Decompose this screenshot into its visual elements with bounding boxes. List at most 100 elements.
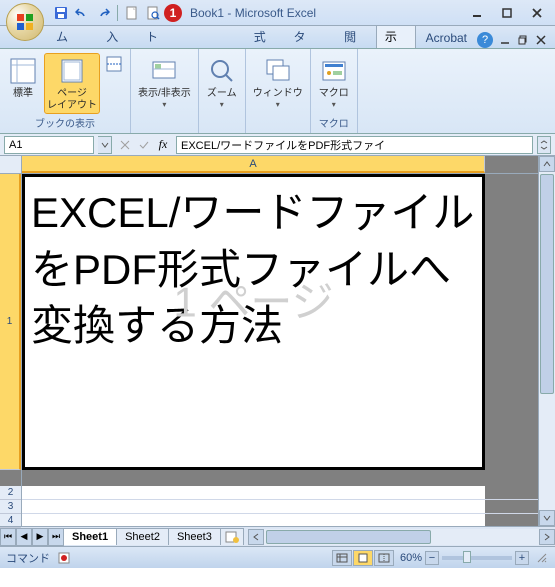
scroll-up-button[interactable] xyxy=(539,156,555,172)
macro-icon xyxy=(320,57,348,85)
help-button[interactable]: ? xyxy=(477,32,493,48)
view-shortcuts xyxy=(332,550,394,566)
minimize-icon xyxy=(500,35,510,45)
status-text: コマンド xyxy=(6,550,50,566)
group-label: ブックの表示 xyxy=(4,114,126,131)
tab-acrobat[interactable]: Acrobat xyxy=(418,28,475,48)
horizontal-scrollbar[interactable] xyxy=(248,529,555,545)
insert-function-button[interactable]: fx xyxy=(154,136,172,154)
scroll-down-button[interactable] xyxy=(539,510,555,526)
expand-formula-bar-button[interactable] xyxy=(537,136,551,154)
label: ズーム xyxy=(207,88,237,100)
new-sheet-icon xyxy=(225,531,239,543)
sheet-tab-1[interactable]: Sheet1 xyxy=(63,528,117,545)
pagelayout-view-shortcut[interactable] xyxy=(353,550,373,566)
zoom-out-button[interactable]: − xyxy=(425,551,439,565)
grid-row[interactable] xyxy=(22,486,538,500)
row-header-4[interactable]: 4 xyxy=(0,514,21,528)
workbook-close-button[interactable] xyxy=(533,33,549,47)
close-button[interactable] xyxy=(523,4,551,22)
worksheet-area: 1 2 3 4 A 1 ページ EXCEL/ワードファイルをPDF形式ファイルへ… xyxy=(0,156,555,526)
macro-record-button[interactable] xyxy=(56,550,72,566)
chevron-left-icon xyxy=(252,533,260,541)
window-button[interactable]: ウィンドウ ▾ xyxy=(250,53,306,111)
window-controls xyxy=(463,4,551,22)
grip-icon xyxy=(535,551,547,563)
save-button[interactable] xyxy=(52,4,70,22)
name-box[interactable]: A1 xyxy=(4,136,94,154)
sheet-nav-last-button[interactable]: ⏭ xyxy=(48,528,64,546)
zoom-slider[interactable] xyxy=(442,556,512,560)
view-normal-button[interactable]: 標準 xyxy=(4,53,42,102)
ribbon: 標準 ページ レイアウト ブックの表示 表示/非表示 ▾ ズーム xyxy=(0,49,555,134)
macros-button[interactable]: マクロ ▾ xyxy=(315,53,353,111)
label: 表示/非表示 xyxy=(138,88,191,100)
group-label xyxy=(203,118,241,131)
zoom-in-button[interactable]: + xyxy=(515,551,529,565)
scroll-track[interactable] xyxy=(539,172,555,510)
pagebreak-icon xyxy=(106,56,122,72)
view-pagebreak-button[interactable] xyxy=(102,53,126,75)
office-logo-icon xyxy=(15,12,35,32)
sheet-tab-2[interactable]: Sheet2 xyxy=(116,528,169,545)
scroll-left-button[interactable] xyxy=(248,529,264,545)
sheet-nav-first-button[interactable]: ⏮ xyxy=(0,528,16,546)
ribbon-group-zoom: ズーム ▾ xyxy=(199,49,246,133)
scroll-right-button[interactable] xyxy=(539,529,555,545)
select-all-button[interactable] xyxy=(0,156,21,174)
record-icon xyxy=(58,552,70,564)
normal-view-icon xyxy=(9,57,37,85)
normal-view-shortcut[interactable] xyxy=(332,550,352,566)
tab-help-area: ? xyxy=(477,32,555,48)
label: ウィンドウ xyxy=(253,88,303,100)
redo-button[interactable] xyxy=(94,4,112,22)
sheet-tab-3[interactable]: Sheet3 xyxy=(168,528,221,545)
zoom-percent[interactable]: 60% xyxy=(400,552,422,564)
workbook-restore-button[interactable] xyxy=(515,33,531,47)
scroll-track[interactable] xyxy=(264,529,539,545)
cancel-formula-button[interactable] xyxy=(116,136,134,154)
grid-row[interactable] xyxy=(22,500,538,514)
row-header-1[interactable]: 1 xyxy=(0,174,21,470)
workbook-minimize-button[interactable] xyxy=(497,33,513,47)
label: ページ レイアウト xyxy=(47,88,97,112)
new-doc-icon xyxy=(125,6,139,20)
cell-a1[interactable]: 1 ページ EXCEL/ワードファイルをPDF形式ファイルへ変換する方法 xyxy=(22,174,485,470)
undo-button[interactable] xyxy=(73,4,91,22)
zoom-slider-thumb[interactable] xyxy=(463,551,471,563)
scroll-thumb[interactable] xyxy=(266,530,431,544)
sheet-nav-prev-button[interactable]: ◀ xyxy=(16,528,32,546)
show-hide-button[interactable]: 表示/非表示 ▾ xyxy=(135,53,194,111)
resize-grip[interactable] xyxy=(535,551,549,565)
fx-icon: fx xyxy=(159,137,168,152)
grid[interactable]: 1 ページ EXCEL/ワードファイルをPDF形式ファイルへ変換する方法 xyxy=(22,174,538,526)
new-sheet-button[interactable] xyxy=(220,528,244,545)
ribbon-group-window: ウィンドウ ▾ xyxy=(246,49,311,133)
chevron-down-icon xyxy=(101,141,109,149)
chevron-down-icon: ▾ xyxy=(220,100,224,109)
check-icon xyxy=(139,140,149,150)
enter-formula-button[interactable] xyxy=(135,136,153,154)
annotation-badge: 1 xyxy=(164,4,182,22)
row-header-2[interactable]: 2 xyxy=(0,486,21,500)
name-box-dropdown[interactable] xyxy=(98,136,112,154)
formula-bar[interactable]: EXCEL/ワードファイルをPDF形式ファイ xyxy=(176,136,533,154)
minimize-button[interactable] xyxy=(463,4,491,22)
row-header-column: 1 2 3 4 xyxy=(0,156,22,526)
row-header-3[interactable]: 3 xyxy=(0,500,21,514)
print-preview-button[interactable] xyxy=(144,4,162,22)
new-button[interactable] xyxy=(123,4,141,22)
vertical-scrollbar[interactable] xyxy=(538,156,555,526)
column-header-a[interactable]: A xyxy=(22,156,485,173)
zoom-button[interactable]: ズーム ▾ xyxy=(203,53,241,111)
undo-icon xyxy=(75,6,89,20)
window-title: Book1 - Microsoft Excel xyxy=(190,6,316,20)
office-button[interactable] xyxy=(6,3,44,41)
maximize-button[interactable] xyxy=(493,4,521,22)
expand-icon xyxy=(540,140,548,150)
sheet-nav-next-button[interactable]: ▶ xyxy=(32,528,48,546)
grid-row[interactable] xyxy=(22,514,538,526)
pagebreak-view-shortcut[interactable] xyxy=(374,550,394,566)
view-pagelayout-button[interactable]: ページ レイアウト xyxy=(44,53,100,114)
scroll-thumb[interactable] xyxy=(540,174,554,394)
